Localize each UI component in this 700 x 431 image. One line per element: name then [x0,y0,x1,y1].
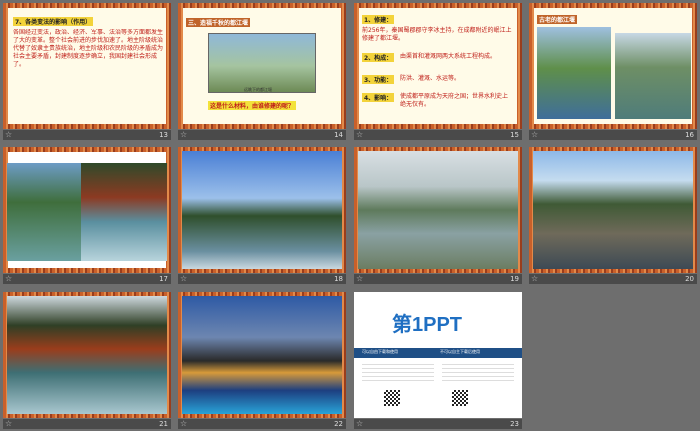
item-label: 3、功能： [362,75,395,84]
slide-number: 15 [510,131,519,139]
slide-number: 19 [510,275,519,283]
slide-photo [533,151,693,269]
slide-number: 17 [159,275,168,283]
qr-code-icon [452,390,468,406]
slide-number: 14 [334,131,343,139]
star-icon[interactable]: ☆ [356,130,363,140]
slide-title: 三、造福千秋的都江堰 [186,18,251,27]
star-icon[interactable]: ☆ [180,130,187,140]
item-text: 防洪、灌溉、水运等。 [400,75,461,82]
star-icon[interactable]: ☆ [531,130,538,140]
brand-logo: 第1PPT [392,314,463,336]
slide-title: 古老的都江堰 [537,15,578,24]
item-text: 由渠首和灌溉网两大系统工程构成。 [400,53,497,60]
slide-photo [182,296,342,414]
slide-number: 13 [159,131,168,139]
slide-number: 18 [334,275,343,283]
slide-number: 22 [334,420,343,428]
item-text: 使成都平原成为天府之国；世界水利史上绝无仅有。 [400,93,509,108]
slide-photo [208,33,316,93]
slide-photo [182,151,342,269]
slide-photo [537,27,611,119]
star-icon[interactable]: ☆ [356,274,363,284]
star-icon[interactable]: ☆ [5,130,12,140]
slide-number: 21 [159,420,168,428]
slide-title: 7、各类变法的影响（作用） [13,17,94,26]
slide-number: 20 [685,275,694,283]
item-label: 4、影响： [362,93,395,102]
right-notes [442,364,514,384]
left-notes [362,364,434,384]
slide-number: 23 [510,420,519,428]
slide-number: 16 [685,131,694,139]
photo-caption: 远眺下的都江堰 [244,87,272,92]
item-label: 2、构成： [362,53,395,62]
slide-caption: 这是什么材料，由谁修建的呢？ [208,101,297,110]
star-icon[interactable]: ☆ [531,274,538,284]
qr-code-icon [384,390,400,406]
star-icon[interactable]: ☆ [5,274,12,284]
star-icon[interactable]: ☆ [180,419,187,429]
left-heading: 可以自由下载和使用 [362,349,398,354]
star-icon[interactable]: ☆ [5,419,12,429]
slide-photo [81,163,167,261]
slide-photo [615,33,691,119]
slide-photo [358,151,518,269]
star-icon[interactable]: ☆ [180,274,187,284]
slide-photo [7,163,81,261]
slide-body: 各国经过变法，政治、经济、军事、法治等多方面都发生了大的变革。整个社会前进的步伐… [13,29,163,68]
slide-photo [7,296,167,414]
item-label: 1、修建： [362,15,395,24]
star-icon[interactable]: ☆ [356,419,363,429]
right-heading: 不可以自主下载后使用 [440,349,480,354]
item-text: 前256年，秦国蜀郡郡守李冰主持，在成都附近的岷江上修建了都江堰。 [362,27,512,42]
